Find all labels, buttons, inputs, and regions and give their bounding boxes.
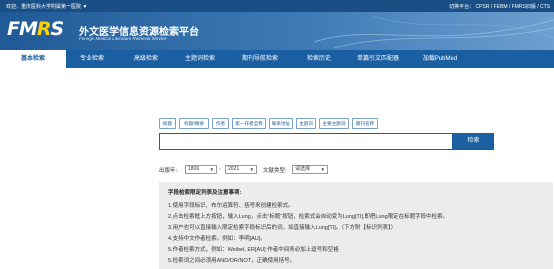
fmrs-logo[interactable]: FMRS — [7, 20, 64, 39]
search-instructions-panel: 字段检索限定列表及注意事项: 1.使用字段标识、布尔运算符、括号来创建检索式。 … — [159, 182, 553, 269]
search-input[interactable] — [159, 133, 453, 150]
tab-professional-search[interactable]: 专业检索 — [68, 50, 116, 68]
field-tag-mesh[interactable]: 主题词 — [296, 118, 316, 129]
top-utility-bar: 欢迎，重庆医科大学附属第一医院 ▼ 切换平台： CPSR / FEBM / FM… — [0, 0, 554, 12]
field-tag-major-mesh[interactable]: 主要主题词 — [319, 118, 349, 129]
site-header: FMRS 外文医学信息资源检索平台 Foreign Medical Litera… — [0, 12, 554, 50]
doctype-label: 文献类型: — [263, 168, 287, 174]
tab-subject-search[interactable]: 主题词检索 — [174, 50, 226, 68]
doctype-select[interactable]: 请选择 ▼ — [292, 165, 328, 174]
tab-load-pubmed[interactable]: 加载PubMed — [414, 50, 466, 68]
field-tag-affiliation[interactable]: 联系地址 — [269, 118, 293, 129]
field-tag-title[interactable]: 标题 — [159, 118, 176, 129]
doctype-value: 请选择 — [295, 166, 311, 172]
tab-journal-search[interactable]: 期刊导航检索 — [230, 50, 290, 68]
tab-basic-search[interactable]: 基本检索 — [0, 50, 66, 68]
instruction-line: 1.使用字段标识、布尔运算符、括号来创建检索式。 — [168, 203, 294, 209]
welcome-text[interactable]: 欢迎，重庆医科大学附属第一医院 ▼ — [6, 3, 87, 10]
instruction-line: 4.支持中文作者检索。例如：李明[AU]。 — [168, 236, 266, 242]
field-tag-journal[interactable]: 期刊名称 — [352, 118, 378, 129]
field-tag-title-abstract[interactable]: 标题/摘要 — [179, 118, 209, 129]
year-from-value: 1806 — [188, 166, 200, 172]
header-decoration — [314, 15, 554, 49]
instruction-line: 5.作者检索方式，例如：Weibel, ER[AU] 作者中间务必加上逗号和空格 — [168, 247, 339, 253]
year-to-value: 2021 — [228, 166, 240, 172]
chevron-down-icon: ▼ — [209, 167, 214, 172]
year-to-select[interactable]: 2021 ▼ — [225, 165, 257, 174]
tab-citation-matcher[interactable]: 单篇引文匹配器 — [348, 50, 408, 68]
field-tag-first-author[interactable]: 第一作者全称 — [232, 118, 266, 129]
platform-switch[interactable]: 切换平台： CPSR / FEBM / FMRS旧版 / CTS — [449, 3, 550, 10]
search-button[interactable]: 检索 — [453, 133, 494, 150]
instruction-line: 2.点击检索框上方按钮，输入Lung，点击"标题"按钮，检索式会自动变为Lung… — [168, 214, 449, 220]
chevron-down-icon: ▼ — [249, 167, 254, 172]
chevron-down-icon: ▼ — [320, 167, 325, 172]
site-subtitle: Foreign Medical Literature Retrieval Ser… — [79, 36, 167, 41]
tab-search-history[interactable]: 检索历史 — [296, 50, 342, 68]
year-range-dash: - — [219, 166, 221, 172]
year-from-select[interactable]: 1806 ▼ — [185, 165, 217, 174]
year-label: 出版年: — [159, 168, 178, 174]
main-nav: 基本检索 专业检索 高级检索 主题词检索 期刊导航检索 检索历史 单篇引文匹配器… — [0, 50, 554, 68]
instruction-line: 3.用户也可以直接输入限定检索字段标识后的词，如直接输入Lung[TI]。（下方… — [168, 225, 397, 231]
instruction-line: 5.检索词之间必须用AND/OR/NOT，正确使用括号。 — [168, 258, 296, 264]
instructions-title: 字段检索限定列表及注意事项: — [168, 190, 242, 196]
field-tag-author[interactable]: 作者 — [212, 118, 229, 129]
tab-advanced-search[interactable]: 高级检索 — [122, 50, 170, 68]
